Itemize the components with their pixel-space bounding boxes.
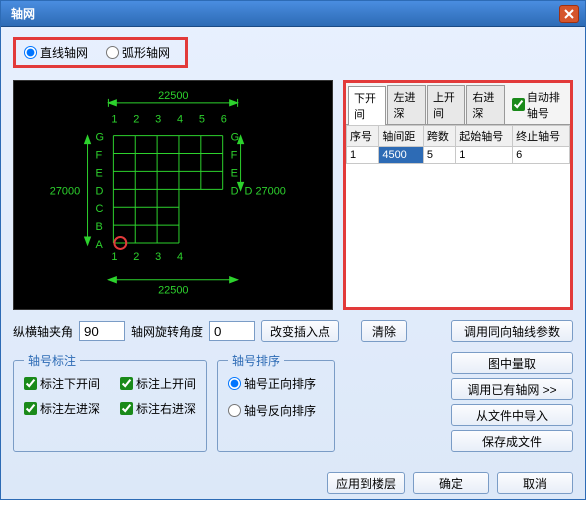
svg-text:F: F [95,150,102,162]
cell-end[interactable]: 6 [513,147,570,164]
radio-forward-sort[interactable]: 轴号正向排序 [228,375,324,392]
svg-text:4: 4 [177,114,183,126]
svg-text:A: A [95,239,103,251]
apply-to-floor-button[interactable]: 应用到楼层 [327,472,405,494]
auto-number-label: 自动排轴号 [527,89,568,121]
table-empty-area[interactable] [346,164,570,307]
cross-angle-label: 纵横轴夹角 [13,323,73,340]
svg-text:B: B [95,221,102,233]
sort-legend: 轴号排序 [228,352,284,369]
call-existing-grid-button[interactable]: 调用已有轴网 >> [451,378,573,400]
svg-text:2: 2 [133,251,139,263]
svg-text:E: E [231,167,238,179]
dim-top: 22500 [158,90,188,102]
chk-right-depth[interactable]: 标注右进深 [120,400,196,417]
axis-table[interactable]: 序号 轴间距 跨数 起始轴号 终止轴号 1 4500 5 1 [346,125,570,164]
dim-right: D 27000 [245,185,286,197]
svg-text:6: 6 [221,114,227,126]
change-insert-point-button[interactable]: 改变插入点 [261,320,339,342]
svg-text:2: 2 [133,114,139,126]
th-end: 终止轴号 [513,126,570,147]
th-dist: 轴间距 [379,126,424,147]
chk-left-depth[interactable]: 标注左进深 [24,400,100,417]
measure-in-drawing-button[interactable]: 图中量取 [451,352,573,374]
cell-start[interactable]: 1 [456,147,513,164]
close-icon [564,9,574,19]
tab-left-depth[interactable]: 左进深 [387,85,425,124]
tab-right-depth[interactable]: 右进深 [466,85,504,124]
svg-text:F: F [231,150,238,162]
rot-angle-input[interactable] [209,321,255,341]
preview-canvas: 22500 1 2 3 4 5 6 G F E D C B [13,80,333,310]
cell-dist[interactable]: 4500 [379,147,424,164]
tab-top-bay[interactable]: 上开间 [427,85,465,124]
mark-group: 轴号标注 标注下开间 标注上开间 标注左进深 标注右进深 [13,352,207,452]
titlebar: 轴网 [1,1,585,27]
cell-seq[interactable]: 1 [347,147,379,164]
cad-drawing: 22500 1 2 3 4 5 6 G F E D C B [14,81,332,310]
radio-reverse-sort[interactable]: 轴号反向排序 [228,402,324,419]
right-panel: 下开间 左进深 上开间 右进深 自动排轴号 序号 轴间距 跨数 [343,80,573,310]
svg-text:D: D [95,185,103,197]
dialog-window: 轴网 直线轴网 弧形轴网 [0,0,586,500]
svg-text:C: C [95,203,103,215]
table-row[interactable]: 1 4500 5 1 6 [347,147,570,164]
call-same-dir-params-button[interactable]: 调用同向轴线参数 [451,320,573,342]
auto-number-checkbox[interactable]: 自动排轴号 [512,89,568,121]
radio-straight[interactable]: 直线轴网 [24,44,88,61]
svg-text:4: 4 [177,251,183,263]
svg-text:3: 3 [155,114,161,126]
svg-text:E: E [95,167,102,179]
save-to-file-button[interactable]: 保存成文件 [451,430,573,452]
window-title: 轴网 [11,5,35,22]
chk-bottom-bay[interactable]: 标注下开间 [24,375,100,392]
th-span: 跨数 [423,126,455,147]
import-from-file-button[interactable]: 从文件中导入 [451,404,573,426]
cell-span[interactable]: 5 [423,147,455,164]
auto-number-input[interactable] [512,98,525,111]
radio-arc[interactable]: 弧形轴网 [106,44,170,61]
sort-group: 轴号排序 轴号正向排序 轴号反向排序 [217,352,335,452]
ok-button[interactable]: 确定 [413,472,489,494]
grid-type-radios: 直线轴网 弧形轴网 [13,37,188,68]
tab-bottom-bay[interactable]: 下开间 [348,86,386,125]
th-start: 起始轴号 [456,126,513,147]
radio-arc-input[interactable] [106,46,119,59]
cancel-button[interactable]: 取消 [497,472,573,494]
radio-straight-input[interactable] [24,46,37,59]
close-button[interactable] [559,5,579,23]
svg-text:G: G [95,132,104,144]
mark-legend: 轴号标注 [24,352,80,369]
rot-angle-label: 轴网旋转角度 [131,323,203,340]
dim-left: 27000 [50,185,80,197]
cross-angle-input[interactable] [79,321,125,341]
svg-text:3: 3 [155,251,161,263]
clear-button[interactable]: 清除 [361,320,407,342]
chk-top-bay[interactable]: 标注上开间 [120,375,196,392]
table-header-row: 序号 轴间距 跨数 起始轴号 终止轴号 [347,126,570,147]
svg-text:1: 1 [111,114,117,126]
tabs-row: 下开间 左进深 上开间 右进深 自动排轴号 [346,83,570,125]
dim-bot: 22500 [158,285,188,297]
th-seq: 序号 [347,126,379,147]
radio-straight-label: 直线轴网 [40,44,88,61]
svg-text:5: 5 [199,114,205,126]
svg-text:D: D [231,185,239,197]
svg-text:1: 1 [111,251,117,263]
radio-arc-label: 弧形轴网 [122,44,170,61]
